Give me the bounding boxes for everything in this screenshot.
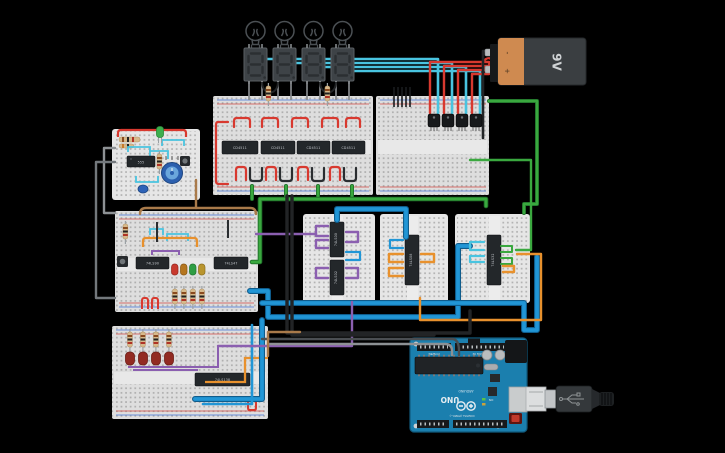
- icsp-header[interactable]: [468, 339, 480, 345]
- atmega-chip[interactable]: [415, 356, 483, 375]
- chip-label: CD4511: [307, 146, 321, 150]
- on-led-label: ON: [489, 398, 494, 402]
- chip-label: CD4511: [233, 146, 247, 150]
- arduino-brand-label: ARDUINO: [458, 389, 474, 393]
- battery-9v[interactable]: - + 9V: [485, 38, 586, 85]
- battery-voltage-label: 9V: [550, 53, 564, 71]
- crystal[interactable]: [484, 364, 498, 370]
- chip-label: 74LS90: [146, 262, 159, 266]
- capacitor[interactable]: [138, 185, 148, 193]
- chip-label: 74LS02: [334, 271, 338, 284]
- digital-header[interactable]: [417, 420, 449, 428]
- power-jack[interactable]: [505, 340, 527, 363]
- display-driver-ics[interactable]: CD4511 CD4511 CD4511 CD4511: [222, 141, 365, 154]
- usb-port[interactable]: [509, 387, 527, 412]
- chip-label: CD4511: [342, 146, 356, 150]
- capacitor[interactable]: [482, 350, 492, 360]
- usb-cable[interactable]: [526, 386, 614, 412]
- circuit-svg: - + 9V CD4511 CD4511 CD4511 CD4511 555: [0, 0, 725, 453]
- battery-minus-label: -: [503, 52, 512, 55]
- arduino-uno[interactable]: POWER ANALOG IN ARDUINO UNO ON DIGITA: [410, 338, 527, 432]
- chip-label: 74LS32: [491, 253, 495, 266]
- pushbutton[interactable]: [117, 256, 128, 267]
- chip-label: 74LS08: [409, 253, 413, 266]
- chip-label: 74LS00: [334, 233, 338, 246]
- chip-small[interactable]: [488, 387, 497, 396]
- chip-label: 555: [138, 161, 145, 165]
- chip-label: CD4511: [271, 146, 285, 150]
- pushbutton[interactable]: [180, 156, 190, 166]
- battery-plus-label: +: [503, 68, 511, 74]
- circuit-canvas: - + 9V CD4511 CD4511 CD4511 CD4511 555: [0, 0, 725, 453]
- reset-button[interactable]: [509, 413, 522, 424]
- voltage-regulator[interactable]: [490, 374, 500, 382]
- digital-header-label: DIGITAL (PWM~): [450, 414, 475, 418]
- arduino-model-label: UNO: [441, 395, 460, 404]
- capacitor[interactable]: [495, 350, 505, 360]
- chip-label: 74LS47: [224, 262, 237, 266]
